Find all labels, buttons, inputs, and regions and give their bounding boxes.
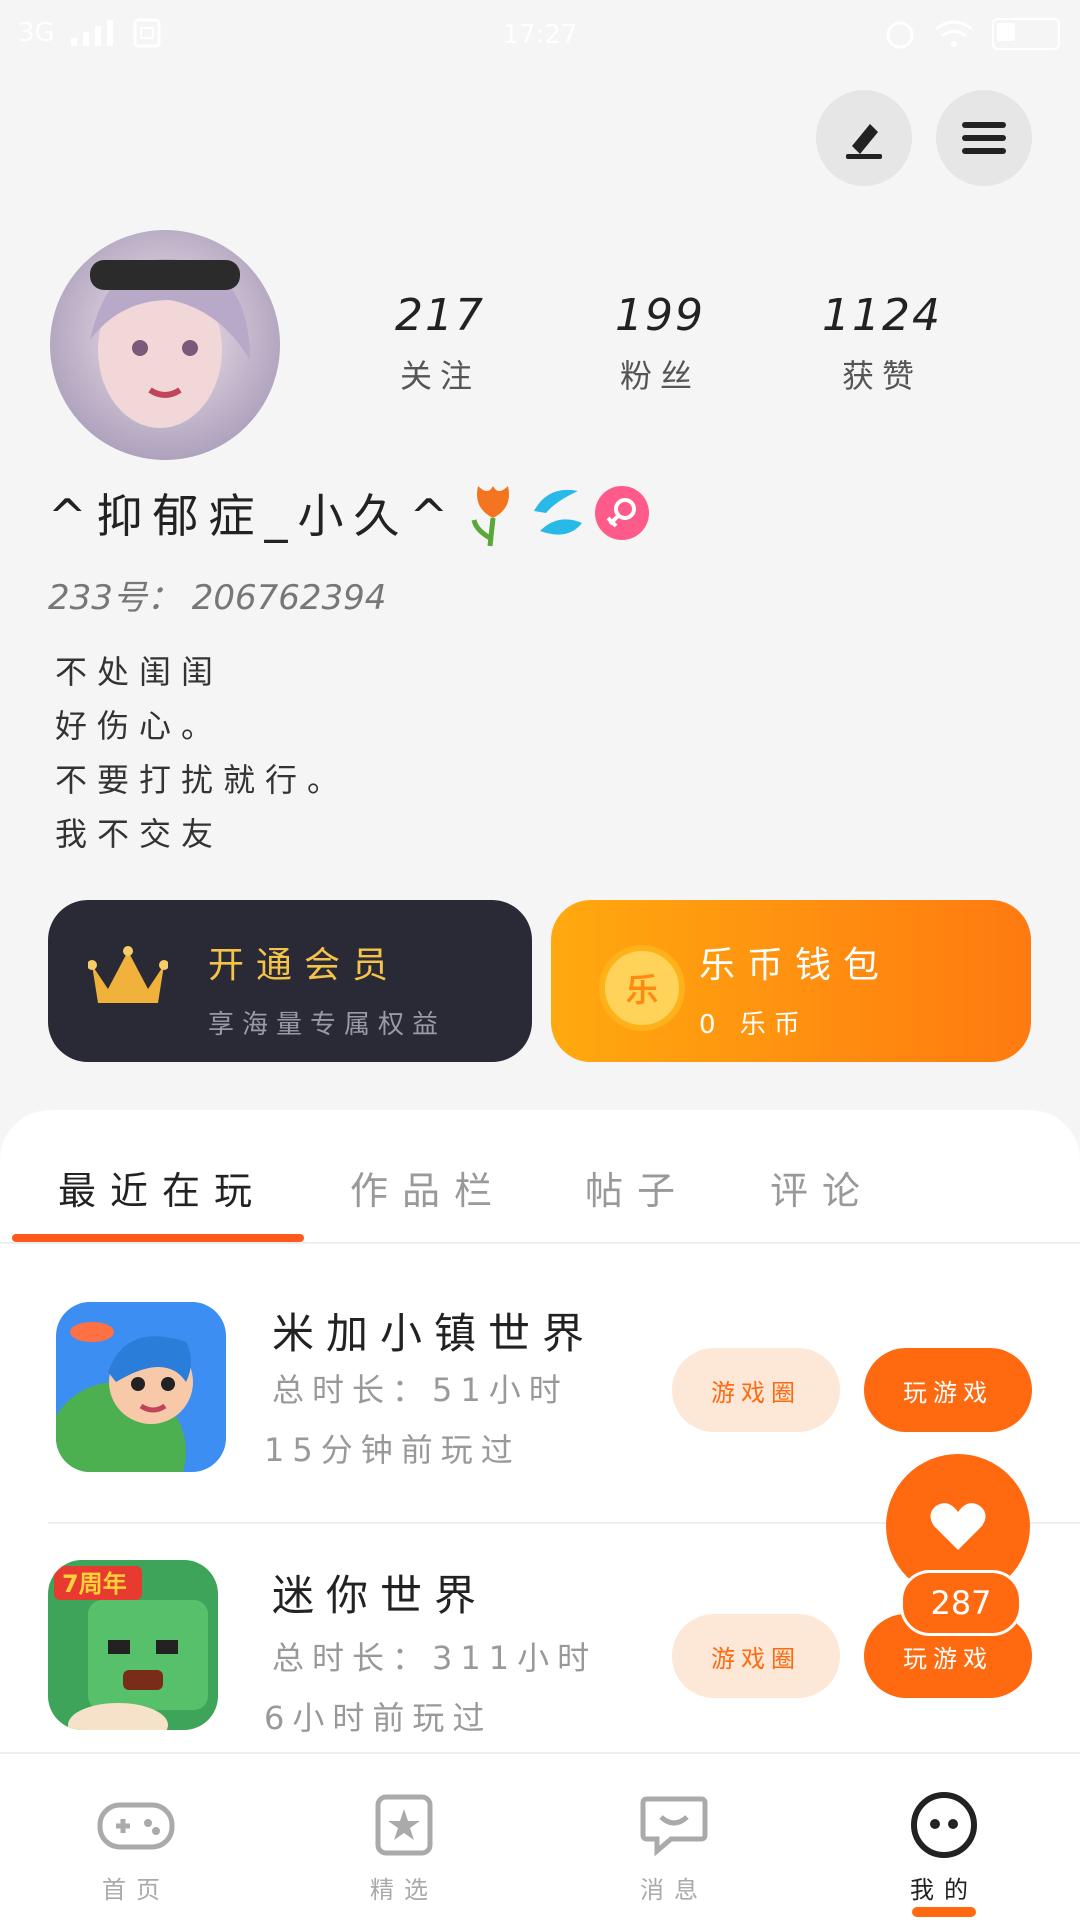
avatar[interactable] (50, 230, 280, 460)
tab-divider (0, 1242, 1080, 1244)
status-right (884, 18, 1060, 50)
nav-home[interactable]: 首页 (36, 1780, 236, 1905)
game-circle-button[interactable]: 游戏圈 (672, 1348, 840, 1432)
stat-following[interactable]: 217 关注 (340, 290, 540, 397)
gamepad-icon (97, 1802, 175, 1850)
star-bookmark-icon (375, 1794, 433, 1856)
coin-icon: 乐 (599, 945, 685, 1031)
wallet-card[interactable]: 乐 乐币钱包 0 乐币 (551, 900, 1031, 1062)
avatar-image (50, 230, 280, 460)
network-label: 3G (18, 18, 55, 48)
heart-icon (930, 1503, 986, 1550)
stat-value: 199 (615, 290, 705, 341)
nav-featured[interactable]: 精选 (304, 1780, 504, 1905)
sim-icon (133, 18, 161, 48)
battery-icon (992, 18, 1060, 50)
status-bar: 3G 17:27 (0, 0, 1080, 70)
menu-icon (962, 122, 1006, 154)
tab-comments[interactable]: 评论 (770, 1160, 874, 1215)
game-circle-button[interactable]: 游戏圈 (672, 1614, 840, 1698)
wallet-title: 乐币钱包 (699, 945, 892, 986)
game-title[interactable]: 米加小镇世界 (272, 1300, 596, 1361)
nav-messages[interactable]: 消息 (574, 1780, 774, 1905)
edit-profile-button[interactable] (816, 90, 912, 186)
nav-label: 我的 (910, 1876, 978, 1904)
bio-line: 不处闺闺 (55, 653, 224, 691)
crown-icon (88, 946, 168, 1003)
edit-icon (846, 124, 882, 159)
profile-name-row: ^抑郁症_小久^ (48, 478, 650, 548)
stat-followers[interactable]: 199 粉丝 (560, 290, 760, 397)
chat-icon (640, 1796, 708, 1857)
mini-world-badge-text: 7周年 (62, 1570, 127, 1598)
miga-town-icon (56, 1302, 226, 1472)
nav-label: 首页 (102, 1876, 170, 1904)
signal-icon (70, 20, 113, 46)
bio-line: 好伤心。 (55, 707, 224, 745)
nav-active-indicator (912, 1907, 976, 1917)
stat-label: 关注 (399, 357, 480, 395)
game-title[interactable]: 迷你世界 (272, 1562, 488, 1623)
tab-recently-played[interactable]: 最近在玩 (58, 1160, 266, 1215)
mini-world-icon: 7周年 (48, 1560, 218, 1730)
tab-works[interactable]: 作品栏 (350, 1160, 506, 1215)
game-total-time: 总时长：51小时 (272, 1371, 569, 1409)
nav-label: 消息 (640, 1876, 708, 1904)
vip-card[interactable]: 开通会员 享海量专属权益 (48, 900, 532, 1062)
wifi-icon (935, 20, 973, 47)
game-icon-miga[interactable] (56, 1302, 226, 1472)
game-icon-mini-world[interactable]: 7周年 (48, 1560, 218, 1730)
badge-icon (534, 489, 583, 535)
nav-me[interactable]: 我的 (844, 1780, 1044, 1917)
play-game-button[interactable]: 玩游戏 (864, 1348, 1032, 1432)
status-time: 17:27 (502, 20, 578, 50)
face-icon (911, 1792, 977, 1858)
profile-name: ^抑郁症_小久^ (48, 489, 459, 543)
vip-title: 开通会员 (208, 945, 401, 986)
nav-label: 精选 (370, 1876, 438, 1904)
female-gender-icon (595, 486, 650, 540)
tab-posts[interactable]: 帖子 (585, 1160, 689, 1215)
tab-indicator (12, 1234, 304, 1242)
game-last-played: 6小时前玩过 (264, 1699, 493, 1737)
menu-button[interactable] (936, 90, 1032, 186)
stat-label: 获赞 (841, 357, 922, 395)
bio: 不处闺闺 好伤心。 不要打扰就行。 我不交友 (55, 645, 349, 861)
tulip-icon (471, 486, 510, 547)
alarm-icon (886, 21, 914, 49)
wallet-balance: 0 乐币 (699, 1010, 808, 1040)
stat-value: 1124 (822, 290, 942, 341)
user-id: 233号： 206762394 (48, 578, 387, 618)
bio-line: 我不交友 (55, 815, 224, 853)
vip-subtitle: 享海量专属权益 (208, 1010, 447, 1040)
status-left: 3G (18, 18, 161, 48)
stat-value: 217 (395, 290, 485, 341)
stat-likes[interactable]: 1124 获赞 (782, 290, 982, 397)
game-total-time: 总时长：311小时 (272, 1639, 598, 1677)
game-last-played: 15分钟前玩过 (264, 1431, 521, 1469)
like-count-badge: 287 (900, 1570, 1022, 1636)
bio-line: 不要打扰就行。 (55, 761, 350, 799)
stat-label: 粉丝 (619, 357, 700, 395)
